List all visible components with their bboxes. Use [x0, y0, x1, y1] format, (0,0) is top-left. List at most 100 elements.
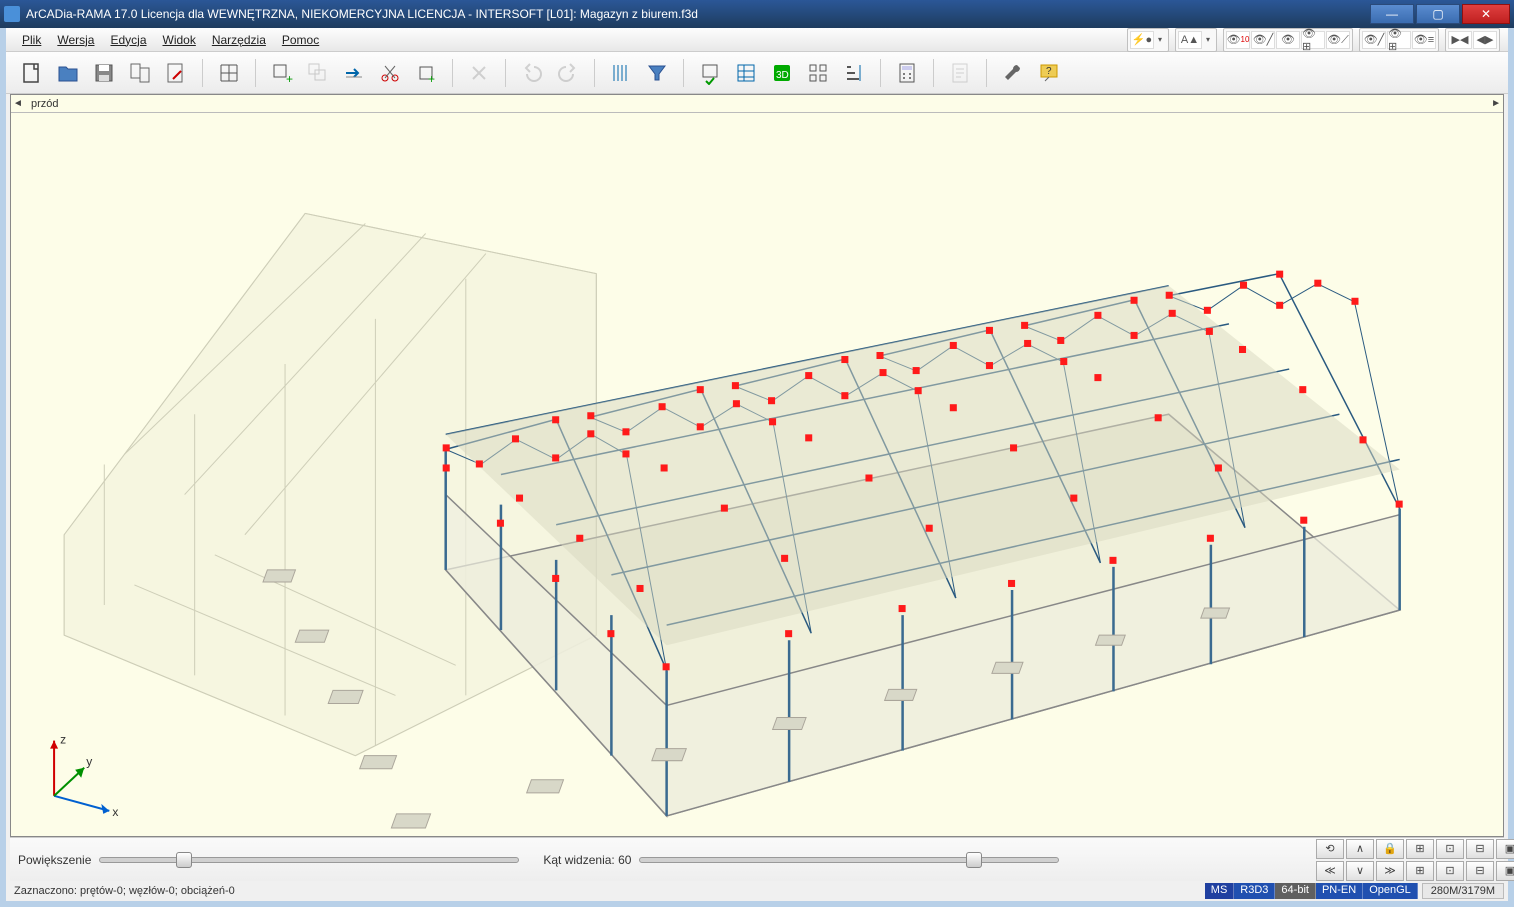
copy-button[interactable] — [302, 57, 334, 89]
titlebar: ArCADia-RAMA 17.0 Licencja dla WEWNĘTRZN… — [0, 0, 1514, 28]
status-badges: MS R3D3 64-bit PN-EN OpenGL 280M/3179M — [1205, 883, 1504, 899]
redo-button[interactable] — [552, 57, 584, 89]
close-button[interactable]: ✕ — [1462, 4, 1510, 24]
check-button[interactable] — [694, 57, 726, 89]
menubar: Plik Wersja Edycja Widok Narzędzia Pomoc… — [6, 28, 1508, 52]
nav-view8-button[interactable]: ▣ — [1496, 861, 1514, 881]
settings-grid-button[interactable] — [802, 57, 834, 89]
rt-btn-loads[interactable]: ⚡● — [1130, 31, 1154, 49]
filter-button[interactable] — [641, 57, 673, 89]
rt-dropdown-icon[interactable]: ▾ — [1154, 31, 1166, 49]
tools-button[interactable] — [997, 57, 1029, 89]
rt-dropdown-icon[interactable]: ▾ — [1202, 31, 1214, 49]
svg-text:?: ? — [1046, 66, 1052, 77]
menu-edycja[interactable]: Edycja — [102, 31, 154, 49]
menu-widok[interactable]: Widok — [155, 31, 204, 49]
nav-right-button[interactable]: ≫ — [1376, 861, 1404, 881]
nav-up-button[interactable]: ∧ — [1346, 839, 1374, 859]
axis-z-label: z — [60, 733, 66, 747]
status-selection: Zaznaczono: prętów-0; węzłów-0; obciążeń… — [10, 885, 1205, 897]
nav-view1-button[interactable]: ⊞ — [1406, 839, 1434, 859]
menu-pomoc[interactable]: Pomoc — [274, 31, 327, 49]
badge-r3d3[interactable]: R3D3 — [1234, 883, 1275, 899]
report-button[interactable] — [944, 57, 976, 89]
menu-wersja[interactable]: Wersja — [49, 31, 102, 49]
minimize-button[interactable]: — — [1370, 4, 1414, 24]
nav-view7-button[interactable]: ⊟ — [1466, 861, 1494, 881]
nav-view2-button[interactable]: ⊡ — [1436, 839, 1464, 859]
maximize-button[interactable]: ▢ — [1416, 4, 1460, 24]
eye-icon[interactable]: 👁╱ — [1362, 31, 1386, 49]
rt-group-2: A▲ ▾ — [1175, 28, 1217, 52]
fov-label: Kąt widzenia: 60 — [543, 853, 631, 867]
badge-64bit: 64-bit — [1275, 883, 1316, 899]
eye-icon[interactable]: 👁⊞ — [1301, 31, 1325, 49]
canvas-3d[interactable]: z x y — [11, 113, 1503, 836]
delete-button[interactable] — [463, 57, 495, 89]
cut-button[interactable] — [374, 57, 406, 89]
insert-node-button[interactable]: + — [410, 57, 442, 89]
nav-lock-button[interactable]: 🔒 — [1376, 839, 1404, 859]
memory-indicator: 280M/3179M — [1422, 883, 1504, 899]
menu-plik[interactable]: Plik — [14, 31, 49, 49]
window-buttons: — ▢ ✕ — [1370, 4, 1510, 24]
nav-view4-button[interactable]: ▣ — [1496, 839, 1514, 859]
app-frame: Plik Wersja Edycja Widok Narzędzia Pomoc… — [0, 28, 1514, 907]
rt-group-4: 👁╱ 👁⊞ 👁≡ — [1359, 28, 1439, 52]
move-button[interactable] — [338, 57, 370, 89]
save-as-button[interactable] — [124, 57, 156, 89]
zoom-label: Powiększenie — [18, 853, 91, 867]
model-svg: z x y — [11, 113, 1503, 836]
eye-icon[interactable]: 👁 — [1276, 31, 1300, 49]
axis-x-label: x — [112, 805, 118, 819]
rt-group-1: ⚡● ▾ — [1127, 28, 1169, 52]
view-label-bar[interactable]: przód — [11, 95, 1503, 113]
add-node-button[interactable]: + — [266, 57, 298, 89]
eye-icon[interactable]: 👁⟋ — [1326, 31, 1350, 49]
nav-fit-button[interactable]: ⟲ — [1316, 839, 1344, 859]
nav-view5-button[interactable]: ⊞ — [1406, 861, 1434, 881]
grid-button[interactable] — [213, 57, 245, 89]
svg-text:+: + — [428, 72, 435, 85]
collapse-icon[interactable]: ▶◀ — [1448, 31, 1472, 49]
svg-text:3D: 3D — [776, 70, 789, 81]
view3d-button[interactable]: 3D — [766, 57, 798, 89]
fov-slider[interactable] — [639, 857, 1059, 863]
hatch-button[interactable] — [605, 57, 637, 89]
badge-ms[interactable]: MS — [1205, 883, 1235, 899]
nav-view6-button[interactable]: ⊡ — [1436, 861, 1464, 881]
eye-icon[interactable]: 👁10 — [1226, 31, 1250, 49]
bottom-panel: Powiększenie Kąt widzenia: 60 ⟲ ∧ 🔒 ⊞ ⊡ … — [10, 837, 1504, 881]
badge-opengl[interactable]: OpenGL — [1363, 883, 1418, 899]
new-button[interactable] — [16, 57, 48, 89]
open-button[interactable] — [52, 57, 84, 89]
export-button[interactable] — [160, 57, 192, 89]
rt-group-3: 👁10 👁╱ 👁 👁⊞ 👁⟋ — [1223, 28, 1353, 52]
nav-cluster: ⟲ ∧ 🔒 ⊞ ⊡ ⊟ ▣ ≪ ∨ ≫ ⊞ ⊡ ⊟ ▣ — [1316, 839, 1496, 881]
help-button[interactable]: ? — [1033, 57, 1065, 89]
view-label: przód — [31, 98, 59, 110]
app-icon — [4, 6, 20, 22]
nav-left-button[interactable]: ≪ — [1316, 861, 1344, 881]
rt-group-5: ▶◀ ◀▶ — [1445, 28, 1500, 52]
window-title: ArCADia-RAMA 17.0 Licencja dla WEWNĘTRZN… — [26, 7, 698, 21]
table-button[interactable] — [730, 57, 762, 89]
undo-button[interactable] — [516, 57, 548, 89]
menu-narzedzia[interactable]: Narzędzia — [204, 31, 274, 49]
eye-icon[interactable]: 👁╱ — [1251, 31, 1275, 49]
expand-icon[interactable]: ◀▶ — [1473, 31, 1497, 49]
nav-down-button[interactable]: ∨ — [1346, 861, 1374, 881]
save-button[interactable] — [88, 57, 120, 89]
right-toolbar: ⚡● ▾ A▲ ▾ 👁10 👁╱ 👁 👁⊞ 👁⟋ 👁╱ 👁⊞ 👁≡ ▶◀ — [1127, 28, 1500, 52]
eye-icon[interactable]: 👁≡ — [1412, 31, 1436, 49]
zoom-slider[interactable] — [99, 857, 519, 863]
viewport: przód — [10, 94, 1504, 837]
eye-icon[interactable]: 👁⊞ — [1387, 31, 1411, 49]
badge-pn-en[interactable]: PN-EN — [1316, 883, 1363, 899]
nav-view3-button[interactable]: ⊟ — [1466, 839, 1494, 859]
calc-button[interactable] — [891, 57, 923, 89]
rt-btn-text[interactable]: A▲ — [1178, 31, 1202, 49]
statusbar: Zaznaczono: prętów-0; węzłów-0; obciążeń… — [6, 881, 1508, 901]
levels-button[interactable] — [838, 57, 870, 89]
axis-y-label: y — [86, 755, 92, 769]
